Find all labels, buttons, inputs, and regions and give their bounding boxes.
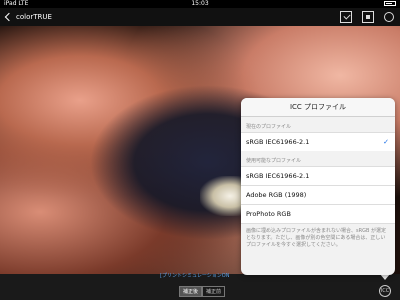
- segment-corrected[interactable]: 補正後: [179, 286, 203, 297]
- current-profile-row[interactable]: sRGB IEC61966-2.1 ✓: [241, 132, 395, 151]
- export-icon[interactable]: [340, 11, 352, 23]
- checkmark-icon: ✓: [383, 138, 389, 146]
- back-button[interactable]: colorTRUE: [4, 12, 52, 22]
- print-simulation-link[interactable]: [プリントシミュレーションON: [160, 272, 229, 279]
- chevron-left-icon: [4, 12, 14, 22]
- compare-segmented-control: 補正後 補正前: [179, 286, 226, 297]
- battery-icon: [384, 1, 396, 6]
- nav-toolbar: [340, 11, 394, 23]
- available-profiles-list: sRGB IEC61966-2.1 Adobe RGB (1998) ProPh…: [241, 166, 395, 224]
- icc-profile-popover: ICC プロファイル 現在のプロファイル sRGB IEC61966-2.1 ✓…: [241, 98, 395, 275]
- current-profile-label: sRGB IEC61966-2.1: [246, 138, 310, 146]
- back-label: colorTRUE: [16, 13, 52, 21]
- segment-original[interactable]: 補正前: [202, 286, 226, 297]
- popover-title: ICC プロファイル: [241, 98, 395, 117]
- status-bar: iPad LTE 15:03: [0, 0, 400, 8]
- profile-option-adobe-rgb[interactable]: Adobe RGB (1998): [241, 185, 395, 204]
- available-profiles-section-label: 使用可能なプロファイル: [246, 158, 302, 164]
- nav-bar: colorTRUE: [0, 8, 400, 26]
- display-icon[interactable]: [362, 11, 374, 23]
- profile-option-srgb[interactable]: sRGB IEC61966-2.1: [241, 166, 395, 185]
- profile-option-prophoto-rgb[interactable]: ProPhoto RGB: [241, 204, 395, 224]
- clock: 15:03: [191, 0, 209, 7]
- current-profile-section-label: 現在のプロファイル: [246, 124, 292, 130]
- bulb-icon[interactable]: [384, 12, 394, 22]
- icc-profile-button[interactable]: ICC: [379, 285, 391, 297]
- profile-note: 画像に埋め込みプロファイルが含まれない場合、sRGB が選定となります。ただし、…: [246, 228, 386, 248]
